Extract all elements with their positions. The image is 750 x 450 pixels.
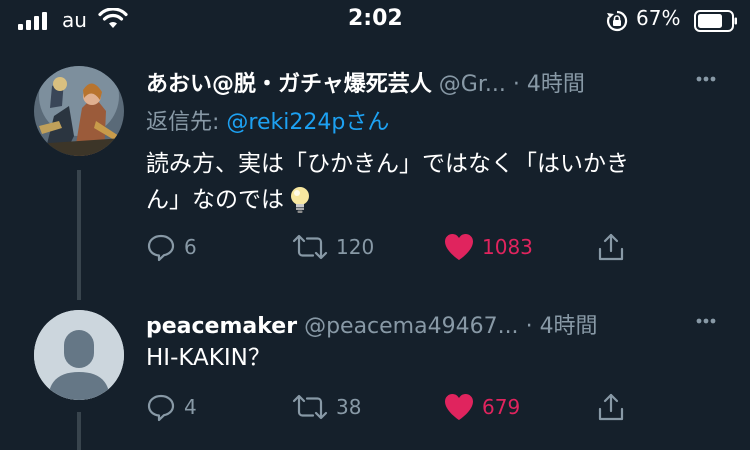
reply-context: 返信先: @reki224pさん	[146, 104, 389, 136]
reply-icon	[147, 234, 175, 262]
retweet-icon	[292, 394, 328, 420]
share-icon	[598, 393, 624, 421]
avatar[interactable]	[34, 66, 124, 156]
tweet-header: あおい@脱・ガチャ爆死芸人 @Gr... · 4時間	[146, 66, 585, 98]
separator-dot: ·	[525, 314, 533, 339]
reply-user-link[interactable]: @reki224p	[226, 110, 345, 135]
more-options-icon[interactable]	[696, 316, 716, 326]
tweet-actions: 6 120 1083	[146, 230, 646, 264]
tweet-text-line: 読み方、実は「ひかきん」ではなく「はいかき	[146, 151, 629, 177]
tweet[interactable]: peacemaker @peacema49467... · 4時間 HI-KAK…	[0, 300, 750, 450]
tweet-text: 読み方、実は「ひかきん」ではなく「はいかき ん」なのでは	[146, 146, 736, 218]
retweet-button[interactable]: 38	[292, 390, 361, 424]
user-handle[interactable]: @peacema49467...	[304, 314, 519, 339]
tweet-text: HI-KAKIN？	[146, 340, 736, 376]
tweet-text-line-content: ん」なのでは	[146, 187, 284, 213]
tweet-header: peacemaker @peacema49467... · 4時間	[146, 308, 598, 340]
reply-prefix: 返信先:	[146, 110, 227, 135]
avatar-illustration	[34, 66, 124, 156]
lightbulb-icon	[291, 187, 309, 213]
like-button[interactable]: 679	[444, 390, 520, 424]
retweet-count: 120	[336, 235, 375, 259]
tweet-time[interactable]: 4時間	[540, 314, 598, 339]
retweet-icon	[292, 234, 328, 260]
share-button[interactable]	[596, 230, 634, 264]
user-handle[interactable]: @Gr...	[439, 72, 506, 97]
share-button[interactable]	[596, 390, 634, 424]
reply-button[interactable]: 6	[146, 230, 197, 264]
heart-icon	[445, 394, 473, 420]
tweet-actions: 4 38 679	[146, 390, 646, 424]
like-count: 679	[482, 395, 521, 419]
retweet-count: 38	[336, 395, 362, 419]
more-options-icon[interactable]	[696, 74, 716, 84]
display-name[interactable]: peacemaker	[146, 314, 297, 339]
reply-button[interactable]: 4	[146, 390, 197, 424]
display-name[interactable]: あおい@脱・ガチャ爆死芸人	[146, 72, 432, 97]
avatar[interactable]	[34, 310, 124, 400]
reply-count: 4	[184, 395, 197, 419]
retweet-button[interactable]: 120	[292, 230, 374, 264]
reply-icon	[147, 394, 175, 422]
like-button[interactable]: 1083	[444, 230, 533, 264]
reply-suffix[interactable]: さん	[345, 110, 389, 135]
heart-icon	[445, 234, 473, 260]
tweet[interactable]: あおい@脱・ガチャ爆死芸人 @Gr... · 4時間 返信先: @reki224…	[0, 0, 750, 300]
tweet-time[interactable]: 4時間	[527, 72, 585, 97]
separator-dot: ·	[512, 72, 520, 97]
reply-count: 6	[184, 235, 197, 259]
like-count: 1083	[482, 235, 533, 259]
tweet-text-line: HI-KAKIN？	[146, 345, 271, 371]
tweet-text-line: ん」なのでは	[146, 182, 736, 218]
default-avatar-icon	[34, 310, 124, 400]
share-icon	[598, 233, 624, 261]
